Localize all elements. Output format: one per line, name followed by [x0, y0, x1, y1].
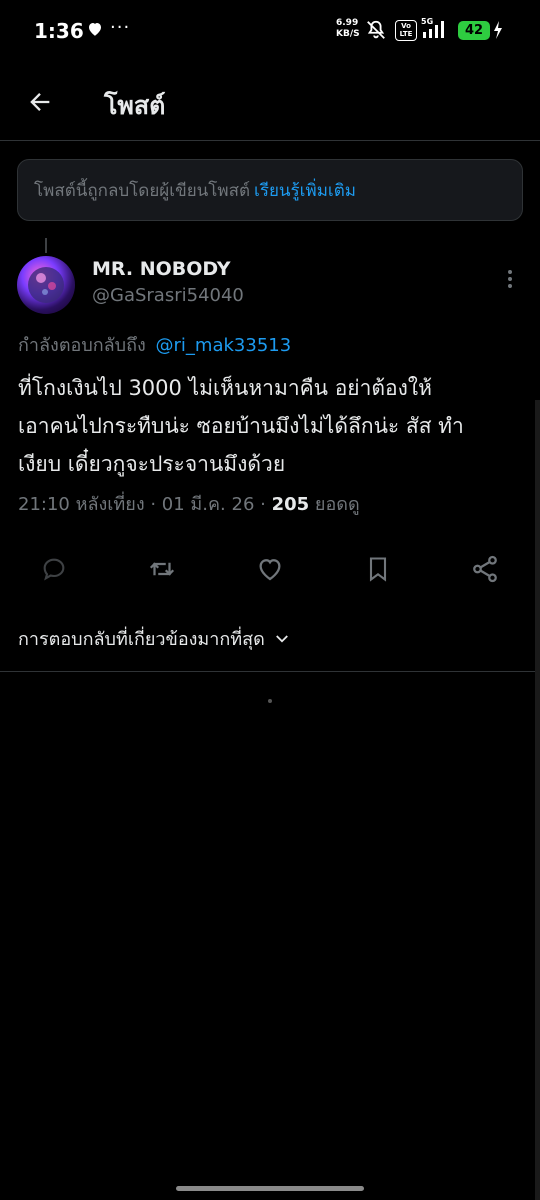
- home-indicator[interactable]: [176, 1186, 364, 1191]
- reply-mention-link[interactable]: @ri_mak33513: [156, 335, 292, 356]
- status-time: 1:36: [34, 19, 84, 43]
- network-speed: 6.99 KB/S: [336, 18, 360, 40]
- signal-strength-icon: [423, 21, 444, 38]
- network-speed-value: 6.99: [336, 18, 359, 28]
- bell-muted-icon: [367, 20, 385, 39]
- post-meta: 21:10 หลังเที่ยง · 01 มี.ค. 26 · 205 ยอด…: [18, 489, 360, 518]
- status-bar: 1:36 ··· 6.99 KB/S Vo LTE 5G 42: [0, 0, 540, 62]
- heart-notification-icon: [89, 23, 101, 36]
- bookmark-icon: [369, 557, 387, 582]
- repost-button[interactable]: [146, 553, 178, 585]
- arrow-left-icon: [30, 93, 50, 111]
- post-text: ที่โกงเงินไป 3000 ไม่เห็นหามาคืน อย่าต้อ…: [18, 376, 464, 476]
- views-count: 205: [271, 494, 310, 515]
- reply-button[interactable]: [38, 553, 70, 585]
- charging-icon: [494, 21, 502, 39]
- post-actions: [0, 545, 540, 593]
- back-button[interactable]: [24, 86, 56, 118]
- deleted-post-notice: โพสต์นี้ถูกลบโดยผู้เขียนโพสต์ เรียนรู้เพ…: [17, 159, 523, 221]
- chevron-down-icon: [275, 634, 288, 643]
- disco-ball-avatar-image: [28, 267, 64, 303]
- share-button[interactable]: [469, 553, 501, 585]
- reply-context: กำลังตอบกลับถึง @ri_mak33513: [18, 330, 291, 359]
- more-notifications-icon: ···: [110, 17, 131, 38]
- app-header: โพสต์: [0, 62, 540, 141]
- bookmark-button[interactable]: [362, 553, 394, 585]
- replies-sort-dropdown[interactable]: การตอบกลับที่เกี่ยวข้องมากที่สุด: [18, 624, 291, 653]
- loading-indicator: [268, 699, 272, 703]
- reply-icon: [43, 558, 65, 581]
- reply-prefix: กำลังตอบกลับถึง: [18, 335, 146, 356]
- thread-connector-line: [45, 238, 47, 253]
- network-speed-unit: KB/S: [336, 29, 360, 39]
- avatar[interactable]: [17, 256, 75, 314]
- post-timestamp: 21:10 หลังเที่ยง · 01 มี.ค. 26 ·: [18, 494, 266, 515]
- views-label: ยอดดู: [314, 494, 360, 515]
- author-handle[interactable]: @GaSrasri54040: [92, 285, 244, 306]
- author-display-name[interactable]: MR. NOBODY: [92, 258, 231, 280]
- repost-icon: [149, 562, 175, 576]
- learn-more-link[interactable]: เรียนรู้เพิ่มเติม: [254, 177, 356, 204]
- divider: [0, 671, 540, 672]
- scrollbar[interactable]: [535, 400, 540, 1200]
- heart-icon: [259, 559, 281, 581]
- volte-icon: Vo LTE: [395, 20, 417, 41]
- more-vertical-icon: [508, 270, 512, 288]
- like-button[interactable]: [254, 553, 286, 585]
- notice-text: โพสต์นี้ถูกลบโดยผู้เขียนโพสต์: [34, 180, 251, 201]
- share-icon: [473, 555, 497, 583]
- page-title: โพสต์: [104, 91, 166, 120]
- battery-indicator: 42: [458, 21, 490, 40]
- more-options-button[interactable]: [498, 266, 522, 292]
- sort-label: การตอบกลับที่เกี่ยวข้องมากที่สุด: [18, 629, 265, 650]
